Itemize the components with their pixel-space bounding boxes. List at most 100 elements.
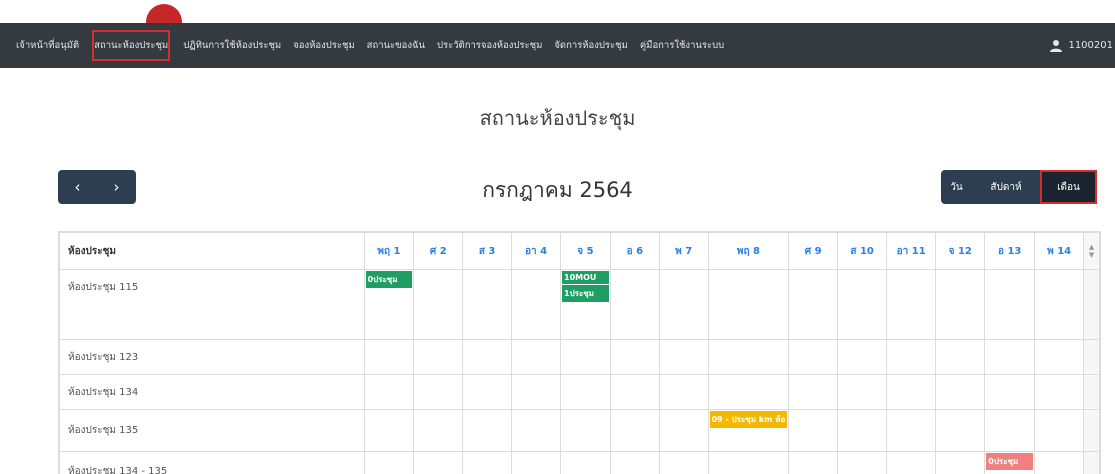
day-cell[interactable] (561, 340, 611, 375)
day-cell[interactable]: 0ประชุม (985, 452, 1035, 474)
day-cell[interactable] (364, 375, 414, 410)
scrollbar-track[interactable] (1084, 410, 1100, 452)
user-menu[interactable]: 1100201 (1049, 23, 1115, 68)
day-cell[interactable] (414, 410, 463, 452)
day-cell[interactable] (887, 452, 936, 474)
nav-user-manual[interactable]: คู่มือการใช้งานระบบ (634, 23, 730, 68)
day-cell[interactable] (659, 375, 708, 410)
day-cell[interactable] (1035, 340, 1084, 375)
day-cell[interactable] (985, 340, 1035, 375)
day-header[interactable]: ส 3 (463, 233, 512, 270)
day-cell[interactable] (887, 410, 936, 452)
day-header[interactable]: ส 10 (838, 233, 887, 270)
scrollbar-track[interactable] (1084, 340, 1100, 375)
day-cell[interactable] (708, 340, 789, 375)
view-month-button[interactable]: เดือน (1040, 170, 1097, 204)
day-cell[interactable] (414, 375, 463, 410)
nav-room-calendar[interactable]: ปฏิทินการใช้ห้องประชุม (177, 23, 287, 68)
day-header[interactable]: จ 12 (936, 233, 985, 270)
scroll-up-icon[interactable]: ▲ (1084, 243, 1099, 251)
day-cell[interactable] (708, 270, 789, 340)
day-header[interactable]: อ 6 (610, 233, 659, 270)
day-cell[interactable] (936, 452, 985, 474)
day-cell[interactable] (708, 452, 789, 474)
day-cell[interactable] (936, 270, 985, 340)
booking-event[interactable]: 09 - ประชุม km ห้อ (710, 411, 788, 428)
day-cell[interactable] (610, 270, 659, 340)
day-cell[interactable] (561, 375, 611, 410)
day-cell[interactable] (838, 410, 887, 452)
day-cell[interactable] (887, 375, 936, 410)
day-cell[interactable] (463, 270, 512, 340)
nav-booking-history[interactable]: ประวัติการจองห้องประชุม (431, 23, 548, 68)
day-cell[interactable] (512, 340, 561, 375)
day-cell[interactable] (789, 410, 838, 452)
scrollbar-header[interactable]: ▲▼ (1084, 233, 1100, 270)
day-cell[interactable]: 10MOU1ประชุม (561, 270, 611, 340)
booking-event[interactable]: 0ประชุม (986, 453, 1033, 470)
day-cell[interactable] (708, 375, 789, 410)
day-header[interactable]: พ 14 (1035, 233, 1084, 270)
day-header[interactable]: พ 7 (659, 233, 708, 270)
day-cell[interactable]: 0ประชุม (364, 270, 414, 340)
day-cell[interactable] (610, 410, 659, 452)
day-cell[interactable] (463, 375, 512, 410)
day-cell[interactable] (659, 340, 708, 375)
nav-room-status[interactable]: สถานะห้องประชุม (85, 23, 177, 68)
day-cell[interactable] (838, 270, 887, 340)
nav-manage-rooms[interactable]: จัดการห้องประชุม (548, 23, 633, 68)
nav-book-room[interactable]: จองห้องประชุม (287, 23, 360, 68)
day-cell[interactable] (1035, 452, 1084, 474)
day-cell[interactable] (364, 340, 414, 375)
nav-approver[interactable]: เจ้าหน้าที่อนุมัติ (0, 23, 85, 68)
day-cell[interactable] (936, 375, 985, 410)
day-cell[interactable] (561, 452, 611, 474)
day-header[interactable]: ศ 2 (414, 233, 463, 270)
day-cell[interactable] (512, 375, 561, 410)
day-cell[interactable] (463, 410, 512, 452)
day-cell[interactable] (512, 410, 561, 452)
day-cell[interactable] (414, 340, 463, 375)
day-cell[interactable] (789, 270, 838, 340)
day-cell[interactable] (838, 375, 887, 410)
day-cell[interactable] (364, 452, 414, 474)
day-cell[interactable] (659, 452, 708, 474)
day-cell[interactable] (985, 375, 1035, 410)
day-cell[interactable]: 09 - ประชุม km ห้อ (708, 410, 789, 452)
day-cell[interactable] (610, 340, 659, 375)
day-cell[interactable] (463, 340, 512, 375)
day-cell[interactable] (414, 452, 463, 474)
scrollbar-track[interactable] (1084, 270, 1100, 340)
day-cell[interactable] (1035, 410, 1084, 452)
day-header[interactable]: พฤ 8 (708, 233, 789, 270)
day-cell[interactable] (463, 452, 512, 474)
day-header[interactable]: ศ 9 (789, 233, 838, 270)
day-cell[interactable] (887, 270, 936, 340)
booking-event[interactable]: 1ประชุม (562, 285, 609, 302)
day-header[interactable]: อ 13 (985, 233, 1035, 270)
day-cell[interactable] (789, 375, 838, 410)
day-cell[interactable] (1035, 270, 1084, 340)
day-cell[interactable] (610, 452, 659, 474)
day-cell[interactable] (610, 375, 659, 410)
day-header[interactable]: จ 5 (561, 233, 611, 270)
scrollbar-track[interactable] (1084, 375, 1100, 410)
scrollbar-track[interactable] (1084, 452, 1100, 474)
day-cell[interactable] (985, 410, 1035, 452)
view-day-button[interactable]: วัน (941, 170, 972, 204)
booking-event[interactable]: 0ประชุม (366, 271, 413, 288)
day-cell[interactable] (414, 270, 463, 340)
day-cell[interactable] (887, 340, 936, 375)
day-header[interactable]: อา 11 (887, 233, 936, 270)
day-cell[interactable] (659, 410, 708, 452)
day-cell[interactable] (985, 270, 1035, 340)
view-week-button[interactable]: สัปดาห์ (972, 170, 1040, 204)
day-cell[interactable] (936, 340, 985, 375)
day-cell[interactable] (789, 452, 838, 474)
day-cell[interactable] (364, 410, 414, 452)
nav-my-status[interactable]: สถานะของฉัน (361, 23, 431, 68)
day-cell[interactable] (561, 410, 611, 452)
booking-event[interactable]: 10MOU (562, 271, 609, 284)
scroll-down-icon[interactable]: ▼ (1084, 251, 1099, 259)
day-cell[interactable] (838, 340, 887, 375)
